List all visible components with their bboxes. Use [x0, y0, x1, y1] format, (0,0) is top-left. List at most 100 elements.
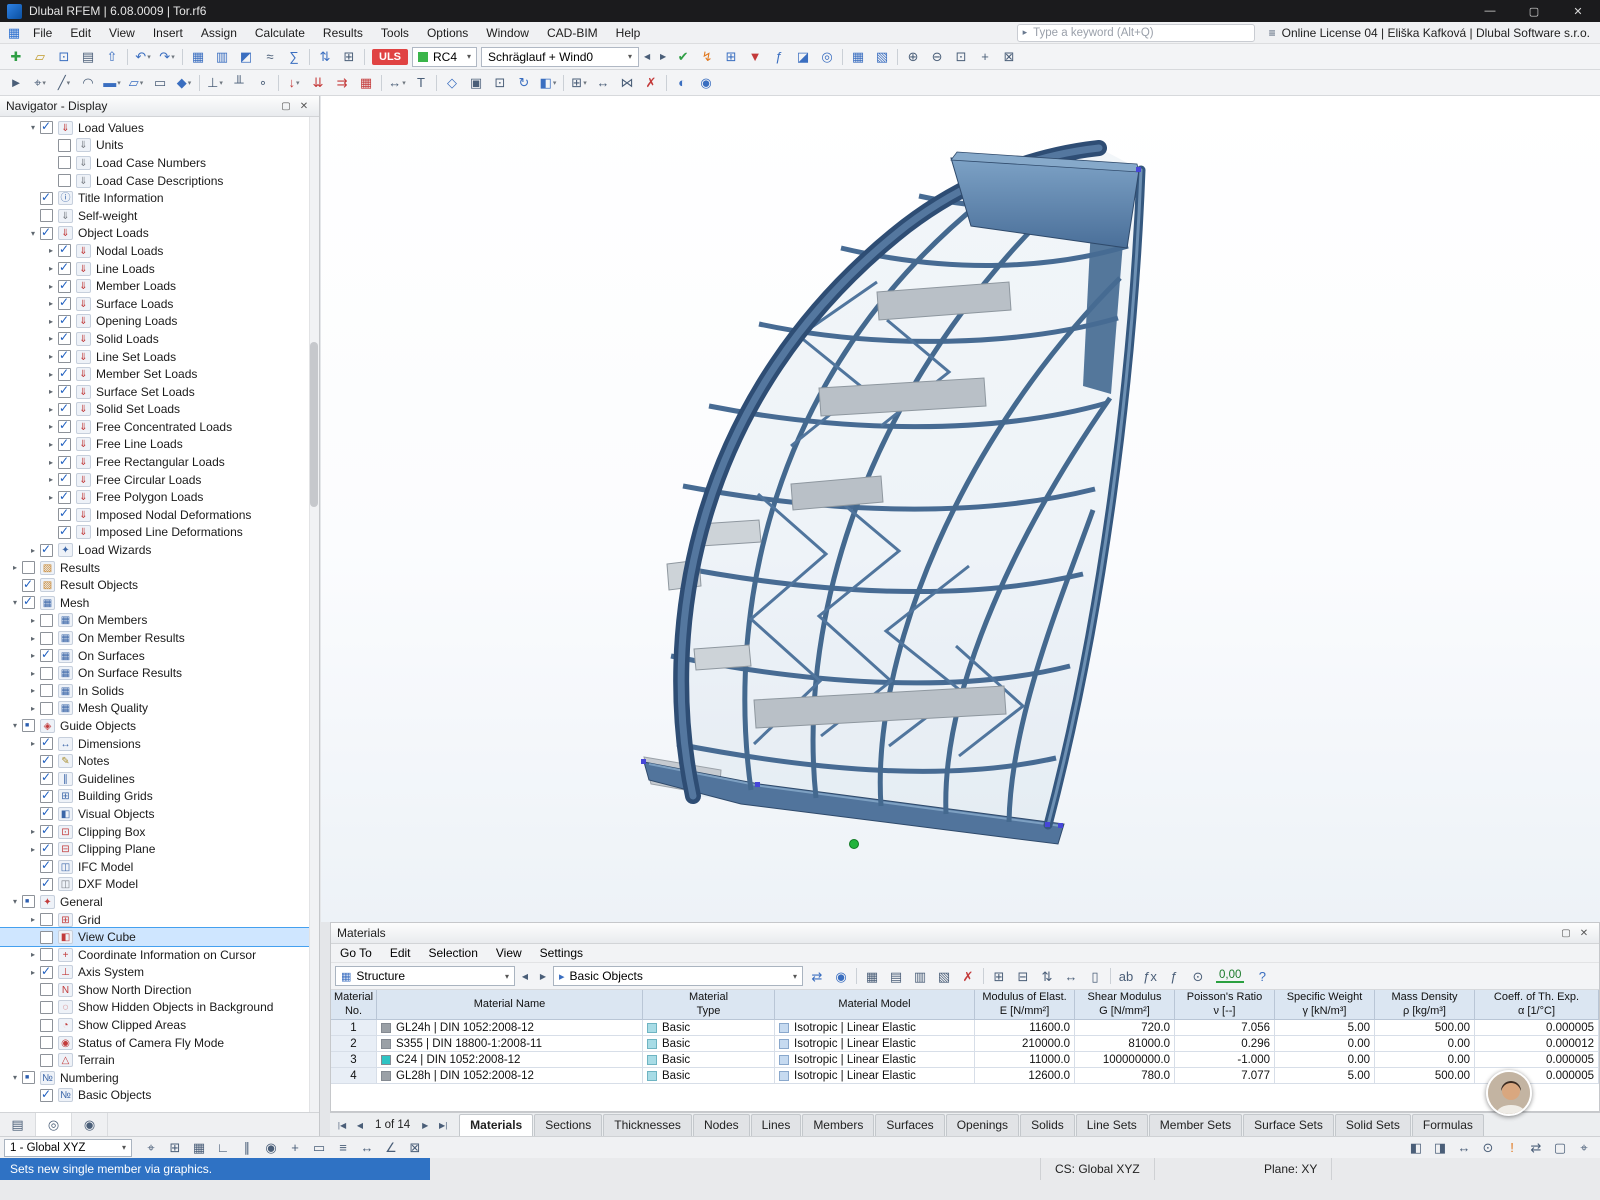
materials-menu-item[interactable]: View [487, 946, 531, 960]
tree-checkbox[interactable] [40, 983, 53, 997]
tree-expander-icon[interactable]: ▾ [26, 229, 40, 238]
separator[interactable] [983, 968, 984, 984]
tree-checkbox[interactable] [58, 436, 71, 451]
target-icon[interactable]: ⌖ [1572, 1137, 1596, 1159]
table-row[interactable]: 3 C24 | DIN 1052:2008-12 Basic Isotropic… [331, 1052, 1599, 1068]
tree-expander-icon[interactable]: ▾ [8, 1073, 22, 1082]
menu-item[interactable]: Results [314, 22, 372, 43]
tree-checkbox[interactable] [40, 1087, 53, 1102]
tree-item[interactable]: ▸ ▦ On Members [0, 612, 319, 630]
model-viewport[interactable] [321, 96, 1600, 922]
tree-checkbox[interactable] [58, 242, 71, 258]
tree-checkbox[interactable] [40, 225, 53, 240]
snap-icon[interactable]: ⌖ [139, 1137, 163, 1159]
separator[interactable] [842, 48, 844, 65]
table-header-cell[interactable]: Modulus of Elast. E [N/mm²] [975, 990, 1075, 1020]
tree-checkbox[interactable] [40, 1036, 53, 1050]
insert-opening-icon[interactable]: ▭ [148, 72, 172, 94]
tree-checkbox[interactable] [40, 666, 53, 680]
import-table-icon[interactable]: ▥ [908, 965, 932, 987]
tree-item[interactable]: ▾ ⇓ Object Loads [0, 225, 319, 243]
tree-expander-icon[interactable]: ▸ [44, 264, 58, 273]
grid-toggle-icon[interactable]: ▦ [187, 1137, 211, 1159]
tree-expander-icon[interactable]: ▸ [44, 405, 58, 414]
tree-checkbox[interactable] [58, 313, 71, 328]
view-in-x-icon[interactable]: ▣ [464, 72, 488, 94]
tree-expander-icon[interactable]: ▸ [44, 246, 58, 255]
tree-item[interactable]: ▸ + Coordinate Information on Cursor [0, 946, 319, 964]
tree-checkbox[interactable] [22, 594, 35, 610]
separator[interactable] [381, 74, 382, 91]
tree-checkbox[interactable] [22, 895, 35, 909]
tree-checkbox[interactable] [58, 156, 71, 170]
design-situation-combo[interactable]: RC4 ▾ [412, 46, 478, 67]
guidelines-snap-icon[interactable]: ∥ [235, 1137, 259, 1159]
materials-menu-item[interactable]: Go To [331, 946, 381, 960]
navigator-tab-data[interactable]: ▤ [0, 1113, 36, 1136]
delete-row-icon[interactable]: ✗ [956, 965, 980, 987]
sync-view-icon[interactable]: ⇄ [1524, 1137, 1548, 1159]
table-header-cell[interactable]: Coeff. of Th. Exp. α [1/°C] [1475, 990, 1599, 1020]
cell-thermal-expansion[interactable]: 0.000005 [1475, 1052, 1599, 1068]
objects-combo[interactable]: ▸ Basic Objects ▾ [553, 966, 803, 986]
next-load-case-button[interactable]: ▶ [655, 47, 671, 67]
cell-shear-modulus-g[interactable]: 720.0 [1075, 1020, 1175, 1036]
tree-item[interactable]: ▸ ✦ Load Wizards [0, 541, 319, 559]
chart-icon[interactable]: ◪ [791, 46, 815, 68]
zoom-out-icon[interactable]: ⊖ [925, 46, 949, 68]
tree-checkbox[interactable] [40, 805, 53, 821]
close-panel-icon[interactable]: ✕ [295, 98, 313, 115]
tree-expander-icon[interactable]: ▸ [26, 651, 40, 660]
tree-checkbox[interactable] [58, 138, 71, 152]
mirror-icon[interactable]: ⋈ [615, 72, 639, 94]
table-tab[interactable]: Formulas [1411, 1114, 1484, 1136]
cell-material-no[interactable]: 1 [331, 1020, 377, 1036]
tree-item[interactable]: ▾ ✦ General [0, 893, 319, 911]
tree-checkbox[interactable] [40, 1000, 53, 1014]
tree-checkbox[interactable] [40, 964, 53, 979]
separator[interactable] [856, 968, 857, 984]
table-tab[interactable]: Members [802, 1114, 875, 1136]
new-model-icon[interactable]: ✚ [4, 46, 28, 68]
tree-item[interactable]: ▸ ▦ On Surfaces [0, 647, 319, 665]
tree-checkbox[interactable] [22, 577, 35, 592]
tree-expander-icon[interactable]: ▸ [8, 563, 22, 572]
tree-expander-icon[interactable]: ▾ [8, 897, 22, 906]
tree-checkbox[interactable] [40, 542, 53, 557]
tree-checkbox[interactable] [40, 841, 53, 856]
cell-poissons-ratio[interactable]: 7.077 [1175, 1068, 1275, 1084]
separator[interactable] [182, 48, 183, 65]
tree-expander-icon[interactable]: ▸ [26, 686, 40, 695]
menu-item[interactable]: Assign [192, 22, 246, 43]
tree-checkbox[interactable] [58, 278, 71, 293]
table-row[interactable]: 1 GL24h | DIN 1052:2008-12 Basic Isotrop… [331, 1020, 1599, 1036]
tree-checkbox[interactable] [58, 366, 71, 381]
materials-menu-item[interactable]: Settings [531, 946, 592, 960]
menu-item[interactable]: Window [477, 22, 538, 43]
select-icon[interactable]: ► [4, 72, 28, 94]
cell-material-name[interactable]: GL28h | DIN 1052:2008-12 [377, 1068, 643, 1084]
grid-snap-icon[interactable]: ⊞ [163, 1137, 187, 1159]
visibility-by-object-icon[interactable]: ◐ [670, 72, 694, 94]
tree-checkbox[interactable] [58, 295, 71, 311]
navigator-scrollbar[interactable] [309, 117, 319, 1112]
cell-specific-weight[interactable]: 0.00 [1275, 1036, 1375, 1052]
rotate-view-icon[interactable]: ↻ [512, 72, 536, 94]
tree-checkbox[interactable] [40, 1018, 53, 1032]
print-report-icon[interactable]: ▧ [870, 46, 894, 68]
tree-item[interactable]: ▸ ⇓ Free Line Loads [0, 436, 319, 454]
tree-expander-icon[interactable]: ▸ [44, 458, 58, 467]
tree-expander-icon[interactable]: ▸ [26, 845, 40, 854]
tree-item[interactable]: ✎ Notes [0, 752, 319, 770]
tree-item[interactable]: ▸ ⇓ Member Loads [0, 277, 319, 295]
selection-window-icon[interactable]: ▭ [307, 1137, 331, 1159]
user-defined-view-icon[interactable]: ◉ [694, 72, 718, 94]
table-row[interactable]: 2 S355 | DIN 18800-1:2008-11 Basic Isotr… [331, 1036, 1599, 1052]
tree-item[interactable]: ▸ ⇓ Opening Loads [0, 313, 319, 331]
tree-item[interactable]: ⇓ Units [0, 137, 319, 155]
table-tab[interactable]: Lines [750, 1114, 802, 1136]
tree-checkbox[interactable] [58, 174, 71, 188]
line-support-icon[interactable]: ╨ [227, 72, 251, 94]
tree-expander-icon[interactable]: ▸ [26, 616, 40, 625]
tree-item[interactable]: ◫ IFC Model [0, 858, 319, 876]
